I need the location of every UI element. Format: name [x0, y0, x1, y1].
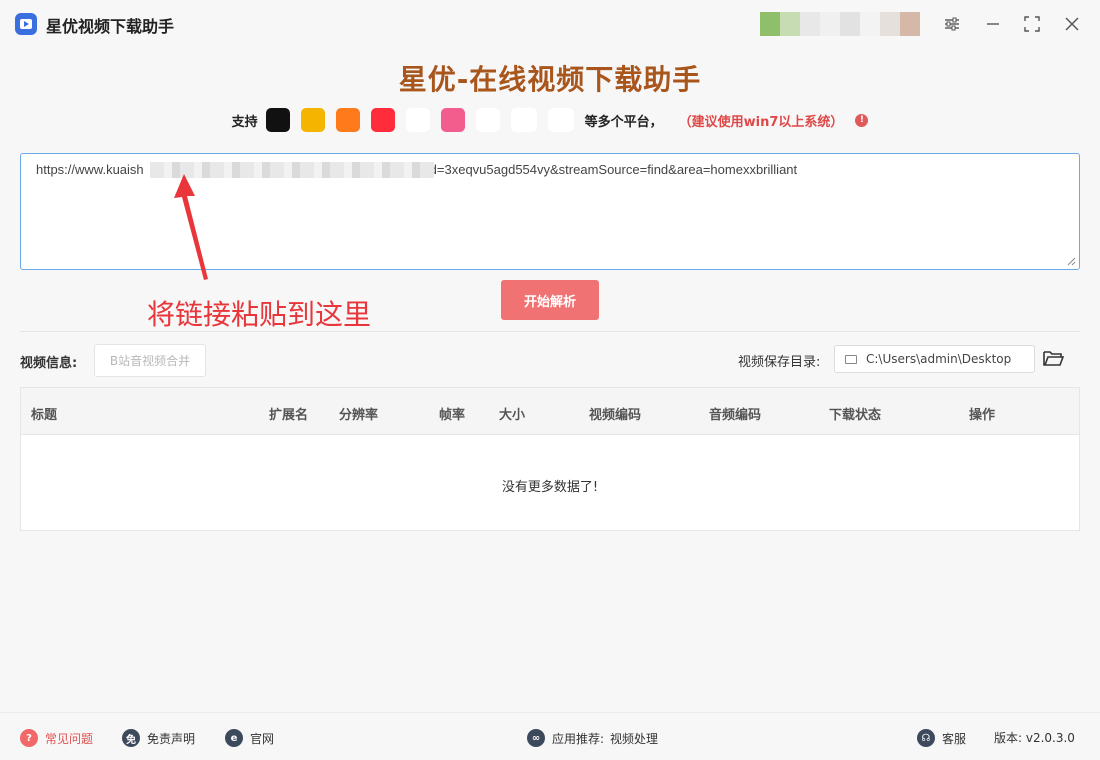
system-hint: （建议使用win7以上系统） — [678, 114, 844, 130]
annotation-arrow-icon — [174, 174, 208, 280]
save-dir-field[interactable]: C:\Users\admin\Desktop — [834, 345, 1035, 373]
table-header: 标题 扩展名 分辨率 帧率 大小 视频编码 音频编码 下载状态 操作 — [21, 388, 1079, 435]
recommend-label: 应用推荐: — [552, 731, 605, 746]
douyin-icon — [265, 108, 290, 132]
tencent-video-icon — [405, 108, 430, 132]
support-link[interactable]: ☊ 客服 — [917, 729, 966, 747]
version-text: 版本: v2.0.3.0 — [994, 729, 1075, 746]
weibo-icon — [300, 108, 325, 132]
website-link[interactable]: e 官网 — [225, 729, 274, 747]
column-framerate: 帧率 — [439, 408, 466, 423]
info-icon[interactable]: ! — [855, 113, 869, 127]
video-table: 标题 扩展名 分辨率 帧率 大小 视频编码 音频编码 下载状态 操作 没有更多数… — [20, 387, 1080, 531]
paste-here-annotation: 将链接粘贴到这里 — [147, 298, 372, 331]
settings-sliders-icon[interactable] — [940, 12, 964, 36]
title-bar: 星优视频下载助手 — [0, 0, 1100, 48]
recommend-value: 视频处理 — [610, 731, 659, 746]
footer-bar: ? 常见问题 免 免责声明 e 官网 ∞ 应用推荐: 视频处理 ☊ 客服 版本:… — [0, 712, 1100, 760]
main-title: 星优-在线视频下载助手 — [398, 63, 702, 96]
browser-icon: e — [225, 729, 243, 747]
column-video-codec: 视频编码 — [589, 408, 642, 423]
folder-small-icon — [845, 354, 857, 364]
column-size: 大小 — [499, 408, 526, 423]
divider — [20, 331, 1080, 332]
link-icon: ∞ — [527, 729, 545, 747]
platform-icons — [265, 108, 585, 132]
resize-grip-icon[interactable] — [1066, 256, 1076, 266]
minimize-icon[interactable] — [981, 12, 1005, 36]
close-icon[interactable] — [1060, 12, 1084, 36]
app-title: 星优视频下载助手 — [46, 17, 175, 36]
open-folder-icon[interactable] — [1042, 348, 1064, 368]
start-parse-button[interactable]: 开始解析 — [501, 280, 599, 320]
column-resolution: 分辨率 — [339, 408, 379, 423]
column-title: 标题 — [31, 408, 58, 423]
supported-label: 支持 — [231, 114, 258, 130]
column-download-status: 下载状态 — [829, 408, 882, 423]
url-value-suffix: d=3xeqvu5agd554vy&streamSource=find&area… — [429, 162, 798, 177]
cctv-icon — [475, 108, 500, 132]
save-dir-value: C:\Users\admin\Desktop — [866, 352, 1012, 366]
video-info-label: 视频信息: — [20, 356, 78, 371]
disclaimer-label: 免责声明 — [147, 731, 196, 746]
supported-platforms: 支持 等多个平台， （建议使用win7以上系统） ! — [0, 106, 1100, 134]
xiaohongshu-icon — [370, 108, 395, 132]
save-dir-label: 视频保存目录: — [738, 355, 821, 370]
user-avatar[interactable] — [760, 12, 920, 36]
disclaimer-link[interactable]: 免 免责声明 — [122, 729, 195, 747]
column-actions: 操作 — [969, 408, 996, 423]
disclaimer-icon: 免 — [122, 729, 140, 747]
app-logo-icon — [15, 13, 37, 35]
column-audio-codec: 音频编码 — [709, 408, 762, 423]
website-label: 官网 — [250, 731, 275, 746]
app-recommend[interactable]: ∞ 应用推荐: 视频处理 — [527, 729, 658, 747]
question-icon: ? — [20, 729, 38, 747]
bilibili-merge-button[interactable]: B站音视频合并 — [94, 344, 206, 377]
support-label: 客服 — [942, 731, 967, 746]
acfun-icon — [547, 108, 574, 132]
app-window: 星优视频下载助手 星优-在线视频下载助手 支持 等多个平台， （建议使用win7… — [0, 0, 1100, 760]
bilibili-icon — [440, 108, 465, 132]
empty-table-message: 没有更多数据了! — [501, 480, 599, 495]
support-headset-icon: ☊ — [917, 729, 935, 747]
kuaishou-icon — [335, 108, 360, 132]
column-extension: 扩展名 — [269, 408, 309, 423]
faq-label: 常见问题 — [45, 731, 94, 746]
56-icon — [510, 108, 537, 132]
more-platforms-text: 等多个平台， — [584, 114, 663, 130]
maximize-icon[interactable] — [1020, 12, 1044, 36]
version-label: 版本: v2.0.3.0 — [994, 731, 1075, 745]
url-value-prefix: https://www.kuaish — [36, 162, 144, 177]
faq-link[interactable]: ? 常见问题 — [20, 729, 93, 747]
